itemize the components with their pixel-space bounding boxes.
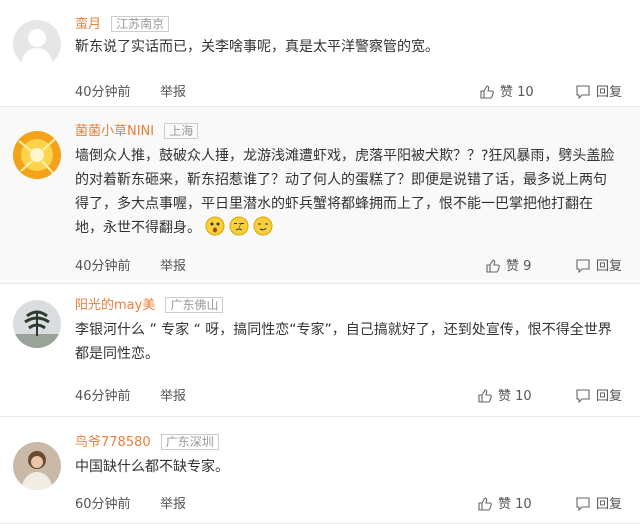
- username[interactable]: 菌菌小草NINI: [75, 124, 154, 139]
- comment-item: 菌菌小草NINI 上海 墙倒众人推，鼓破众人捶，龙游浅滩遭虾戏，虎落平阳被犬欺？…: [0, 107, 640, 284]
- location-tag: 上海: [164, 123, 199, 139]
- like-button[interactable]: 赞 10: [478, 493, 532, 515]
- timestamp: 40分钟前: [75, 85, 131, 100]
- chat-bubble-icon: [576, 497, 590, 515]
- username[interactable]: 阳光的may美: [75, 298, 155, 313]
- smirk-face-icon: [253, 216, 273, 236]
- timestamp: 46分钟前: [75, 389, 131, 404]
- comment-header: 蛮月 江苏南京: [75, 13, 170, 32]
- like-count: 赞 10: [498, 389, 532, 404]
- timestamp: 60分钟前: [75, 497, 131, 512]
- surprised-face-icon: [205, 216, 225, 236]
- reply-button[interactable]: 回复: [576, 255, 622, 277]
- thumbs-up-icon: [478, 389, 492, 407]
- reply-button[interactable]: 回复: [576, 493, 622, 515]
- report-button[interactable]: 举报: [160, 493, 186, 512]
- comment-header: 鸟爷778580 广东深圳: [75, 431, 219, 450]
- comment-text-body: 墙倒众人推，鼓破众人捶，龙游浅滩遭虾戏，虎落平阳被犬欺？？?狂风暴雨，劈头盖脸的…: [75, 148, 615, 236]
- comment-list: 蛮月 江苏南京 靳东说了实话而已，关李啥事呢，真是太平洋警察管的宽。 40分钟前…: [0, 0, 640, 524]
- timestamp: 40分钟前: [75, 259, 131, 274]
- comment-item: 蛮月 江苏南京 靳东说了实话而已，关李啥事呢，真是太平洋警察管的宽。 40分钟前…: [0, 0, 640, 107]
- svg-text:?: ?: [238, 222, 242, 230]
- avatar[interactable]: [13, 442, 61, 490]
- location-tag: 广东深圳: [160, 434, 219, 450]
- reply-label: 回复: [595, 259, 622, 274]
- report-button[interactable]: 举报: [160, 81, 186, 100]
- report-button[interactable]: 举报: [160, 385, 186, 404]
- like-count: 赞 9: [506, 259, 532, 274]
- comment-text: 李银河什么 ” 专家 “ 呀，搞同性恋“专家”，自己搞就好了，还到处宣传，恨不得…: [75, 322, 612, 362]
- reply-label: 回复: [595, 85, 622, 100]
- chat-bubble-icon: [576, 259, 590, 277]
- chat-bubble-icon: [576, 85, 590, 103]
- thumbs-up-icon: [486, 259, 500, 277]
- chat-bubble-icon: [576, 389, 590, 407]
- like-count: 赞 10: [500, 85, 534, 100]
- report-button[interactable]: 举报: [160, 255, 186, 274]
- username[interactable]: 鸟爷778580: [75, 435, 151, 450]
- reply-label: 回复: [595, 389, 622, 404]
- thumbs-up-icon: [478, 497, 492, 515]
- thumbs-up-icon: [480, 85, 494, 103]
- reply-button[interactable]: 回复: [576, 385, 622, 407]
- comment-text: 墙倒众人推，鼓破众人捶，龙游浅滩遭虾戏，虎落平阳被犬欺？？?狂风暴雨，劈头盖脸的…: [75, 144, 620, 240]
- avatar[interactable]: [13, 300, 61, 348]
- thinking-face-icon: ?: [229, 216, 249, 236]
- comment-text: 靳东说了实话而已，关李啥事呢，真是太平洋警察管的宽。: [75, 39, 439, 55]
- like-button[interactable]: 赞 10: [478, 385, 532, 407]
- location-tag: 江苏南京: [111, 16, 170, 32]
- reply-label: 回复: [595, 497, 622, 512]
- like-count: 赞 10: [498, 497, 532, 512]
- like-button[interactable]: 赞 9: [486, 255, 531, 277]
- comment-text: 中国缺什么都不缺专家。: [75, 459, 229, 475]
- comment-item: 阳光的may美 广东佛山 李银河什么 ” 专家 “ 呀，搞同性恋“专家”，自己搞…: [0, 284, 640, 417]
- location-tag: 广东佛山: [165, 297, 224, 313]
- comment-header: 菌菌小草NINI 上海: [75, 120, 199, 139]
- avatar[interactable]: [13, 131, 61, 179]
- username[interactable]: 蛮月: [75, 17, 101, 32]
- reply-button[interactable]: 回复: [576, 81, 622, 103]
- comment-item: 鸟爷778580 广东深圳 中国缺什么都不缺专家。 60分钟前 举报 赞 10 …: [0, 417, 640, 524]
- like-button[interactable]: 赞 10: [480, 81, 534, 103]
- avatar[interactable]: [13, 20, 61, 68]
- comment-header: 阳光的may美 广东佛山: [75, 294, 224, 313]
